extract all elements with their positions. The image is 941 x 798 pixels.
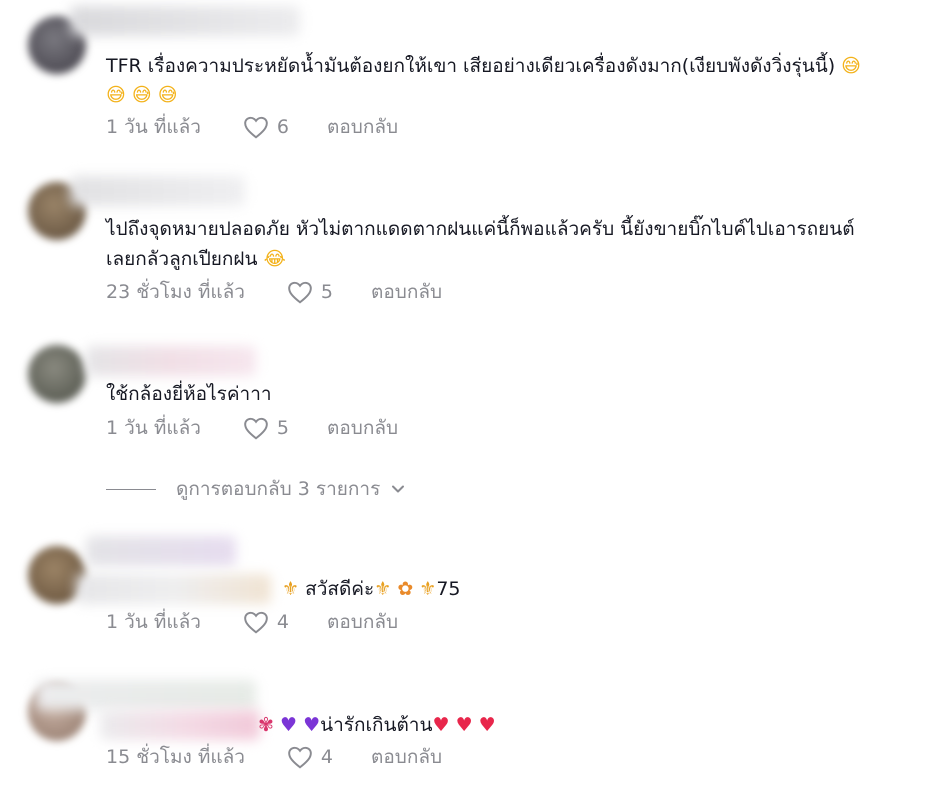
- comment-meta: 1 วัน ที่แล้ว 6 ตอบกลับ: [106, 113, 398, 141]
- avatar[interactable]: [28, 345, 86, 403]
- reply-button[interactable]: ตอบกลับ: [371, 742, 442, 772]
- comment-meta: 23 ชั่วโมง ที่แล้ว 5 ตอบกลับ: [106, 278, 442, 306]
- red-heart-emoji: ♥: [478, 714, 496, 736]
- reply-button[interactable]: ตอบกลับ: [371, 277, 442, 307]
- fleur-de-lis-emoji: ⚜: [374, 578, 392, 600]
- chevron-down-icon: [392, 485, 405, 493]
- heart-outline-icon: [288, 746, 312, 769]
- comment-meta: 1 วัน ที่แล้ว 4 ตอบกลับ: [106, 608, 398, 636]
- username[interactable]: [70, 176, 245, 206]
- blurred-text: [100, 710, 260, 740]
- comment-meta: 15 ชั่วโมง ที่แล้ว 4 ตอบกลับ: [106, 743, 442, 771]
- comment-text: ใช้กล้องยี่ห้อไรค่าาา: [106, 383, 272, 405]
- comment-text: ⚜ สวัสดีค่ะ⚜ ✿ ⚜75: [282, 578, 461, 600]
- heart-outline-icon: [244, 611, 268, 634]
- emoji-row: 😅 😅 😅: [106, 84, 178, 106]
- like-button[interactable]: 5: [243, 416, 289, 440]
- purple-heart-emoji: ♥: [303, 714, 321, 736]
- view-replies-button[interactable]: ดูการตอบกลับ 3 รายการ: [106, 474, 406, 504]
- reply-button[interactable]: ตอบกลับ: [327, 112, 398, 142]
- comment-list: TFR เรื่องความประหยัดน้ำมันต้องยกให้เขา …: [0, 0, 941, 798]
- divider-line: [106, 488, 156, 490]
- like-button[interactable]: 5: [287, 280, 333, 304]
- view-replies-label: ดูการตอบกลับ 3 รายการ: [176, 478, 381, 500]
- heart-outline-icon: [288, 281, 312, 304]
- red-heart-emoji: ♥: [455, 714, 473, 736]
- timestamp: 1 วัน ที่แล้ว: [106, 116, 201, 138]
- timestamp: 23 ชั่วโมง ที่แล้ว: [106, 281, 245, 303]
- comment-text-line2: เลยกลัวลูกเปียกฝน 😂: [106, 248, 286, 270]
- like-count: 4: [320, 746, 334, 768]
- username[interactable]: [36, 680, 256, 710]
- like-count: 4: [276, 611, 290, 633]
- reply-button[interactable]: ตอบกลับ: [327, 607, 398, 637]
- pineapple-emoji: ✿: [397, 578, 414, 600]
- fleur-de-lis-emoji: ⚜: [282, 578, 300, 600]
- fleur-de-lis-emoji: ⚜: [419, 578, 437, 600]
- timestamp: 15 ชั่วโมง ที่แล้ว: [106, 746, 245, 768]
- username[interactable]: [86, 536, 236, 566]
- like-count: 6: [276, 116, 290, 138]
- heart-outline-icon: [244, 417, 268, 440]
- like-button[interactable]: 4: [287, 745, 333, 769]
- like-count: 5: [320, 281, 334, 303]
- bouquet-emoji: ✾: [258, 714, 274, 736]
- comment-text: ✾ ♥ ♥น่ารักเกินต้าน♥ ♥ ♥: [258, 714, 496, 736]
- like-count: 5: [276, 417, 290, 439]
- red-heart-emoji: ♥: [432, 714, 450, 736]
- like-button[interactable]: 4: [243, 610, 289, 634]
- blurred-text: [76, 574, 271, 604]
- reply-button[interactable]: ตอบกลับ: [327, 413, 398, 443]
- timestamp: 1 วัน ที่แล้ว: [106, 611, 201, 633]
- comment-text: ไปถึงจุดหมายปลอดภัย หัวไม่ตากแดดตากฝนแค่…: [106, 218, 855, 240]
- timestamp: 1 วัน ที่แล้ว: [106, 417, 201, 439]
- heart-outline-icon: [244, 116, 268, 139]
- purple-heart-emoji: ♥: [279, 714, 298, 736]
- like-button[interactable]: 6: [243, 115, 289, 139]
- username[interactable]: [70, 6, 300, 36]
- username[interactable]: [86, 346, 256, 376]
- comment-meta: 1 วัน ที่แล้ว 5 ตอบกลับ: [106, 414, 398, 442]
- comment-text: TFR เรื่องความประหยัดน้ำมันต้องยกให้เขา …: [106, 55, 861, 77]
- grinning-sweat-emoji: 😅: [841, 55, 861, 77]
- tears-of-joy-emoji: 😂: [263, 248, 286, 270]
